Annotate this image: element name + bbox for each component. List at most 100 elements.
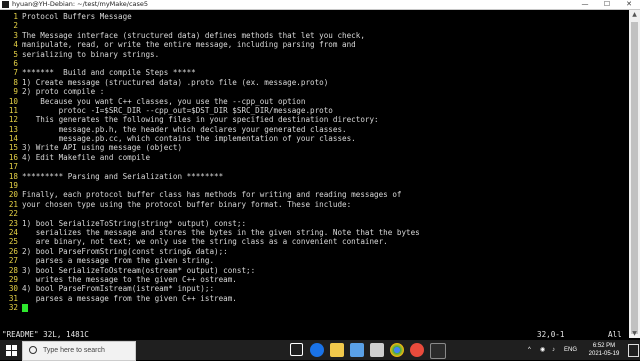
windows-start-icon[interactable] (0, 340, 22, 360)
scrollbar-thumb[interactable] (631, 22, 638, 334)
line-number: 3 (13, 30, 18, 40)
editor-line[interactable]: 32 (0, 303, 628, 313)
terminal-area[interactable]: 1 Protocol Buffers Message 2 3 The Message i… (0, 10, 640, 339)
editor-line[interactable]: 18 ********* Parsing and Serialization **… (0, 172, 628, 181)
line-text: are binary, not text; we only use the st… (22, 237, 388, 247)
network-icon[interactable]: ◉ (540, 340, 545, 360)
line-text: 4) bool ParseFromIstream(istream* input)… (22, 284, 215, 294)
editor-line[interactable]: 27 parses a message from the given strin… (0, 256, 628, 265)
line-text: 3) Write API using message (object) (22, 143, 183, 153)
line-text: parses a message from the given C++ istr… (22, 293, 237, 303)
taskbar: Type here to search ^ ◉ ♪ ENG 6:52 PM 20… (0, 340, 640, 361)
line-text: Finally, each protocol buffer class has … (22, 190, 402, 200)
editor-line[interactable]: 22 (0, 209, 628, 218)
editor-line[interactable]: 9 2) proto compile : (0, 87, 628, 96)
editor-line[interactable]: 19 (0, 181, 628, 190)
line-text: 2) proto compile : (22, 87, 105, 97)
line-number: 7 (13, 68, 18, 78)
task-view-icon[interactable] (290, 343, 303, 356)
line-text: protoc -I=$SRC_DIR --cpp_out=$DST_DIR $S… (22, 105, 333, 115)
line-text: 1) bool SerializeToString(string* output… (22, 218, 247, 228)
status-scroll-percent: All (608, 330, 622, 339)
editor-line[interactable]: 12 This generates the following files in… (0, 115, 628, 124)
line-number: 19 (8, 181, 18, 191)
line-number: 30 (8, 284, 18, 294)
editor-line[interactable]: 29 writes the message to the given C++ o… (0, 275, 628, 284)
line-number: 22 (8, 209, 18, 219)
editor-line[interactable]: 21 your chosen type using the protocol bu… (0, 200, 628, 209)
editor-line[interactable]: 31 parses a message from the given C++ i… (0, 294, 628, 303)
editor-line[interactable]: 5 serializing to binary strings. (0, 50, 628, 59)
line-number: 14 (8, 134, 18, 144)
editor-line[interactable]: 14 message.pb.cc, which contains the imp… (0, 134, 628, 143)
edge-icon[interactable] (310, 343, 324, 357)
notification-icon[interactable] (628, 344, 639, 357)
line-number: 28 (8, 265, 18, 275)
line-text: 1) Create message (structured data) .pro… (22, 77, 329, 87)
editor-line[interactable]: 20 Finally, each protocol buffer class ha… (0, 190, 628, 199)
search-placeholder: Type here to search (43, 347, 105, 354)
line-number: 12 (8, 115, 18, 125)
editor-line[interactable]: 8 1) Create message (structured data) .pr… (0, 78, 628, 87)
store-icon[interactable] (350, 343, 364, 357)
line-text: your chosen type using the protocol buff… (22, 199, 352, 209)
editor-line[interactable]: 7 ******* Build and compile Steps ***** (0, 68, 628, 77)
editor-line[interactable]: 10 Because you want C++ classes, you use… (0, 97, 628, 106)
editor-line[interactable]: 28 3) bool SerializeToOstream(ostream* ou… (0, 266, 628, 275)
scroll-down-icon[interactable]: ▼ (629, 329, 640, 338)
line-number: 26 (8, 246, 18, 256)
line-number: 8 (13, 77, 18, 87)
editor-line[interactable]: 15 3) Write API using message (object) (0, 143, 628, 152)
clock-date: 2021-05-19 (588, 351, 620, 357)
editor-line[interactable]: 25 are binary, not text; we only use the… (0, 237, 628, 246)
editor-line[interactable]: 6 (0, 59, 628, 68)
line-text: 4) Edit Makefile and compile (22, 152, 151, 162)
editor-line[interactable]: 3 The Message interface (structured data)… (0, 31, 628, 40)
line-text: 3) bool SerializeToOstream(ostream* outp… (22, 265, 256, 275)
editor-line[interactable]: 30 4) bool ParseFromIstream(istream* inpu… (0, 284, 628, 293)
line-number: 17 (8, 162, 18, 172)
window-titlebar: hyuan@YH-Debian: ~/test/myMake/case5 — ☐… (0, 0, 640, 10)
editor-line[interactable]: 13 message.pb.h, the header which declar… (0, 125, 628, 134)
line-text: This generates the following files in yo… (22, 115, 379, 125)
status-file-info: "README" 32L, 1481C (2, 330, 89, 339)
taskbar-clock[interactable]: 6:52 PM 2021-05-19 (584, 342, 624, 358)
line-text: ********* Parsing and Serialization ****… (22, 171, 224, 181)
line-number: 11 (8, 105, 18, 115)
editor-buffer[interactable]: 1 Protocol Buffers Message 2 3 The Message i… (0, 12, 628, 313)
scroll-up-icon[interactable]: ▲ (629, 10, 640, 19)
close-button[interactable]: ✕ (618, 0, 640, 9)
line-number: 20 (8, 190, 18, 200)
scrollbar[interactable]: ▲ ▼ (629, 10, 640, 338)
editor-line[interactable]: 2 (0, 21, 628, 30)
mail-icon[interactable] (370, 343, 384, 357)
editor-line[interactable]: 11 protoc -I=$SRC_DIR --cpp_out=$DST_DIR… (0, 106, 628, 115)
taskbar-search-box[interactable]: Type here to search (22, 341, 136, 361)
editor-line[interactable]: 1 Protocol Buffers Message (0, 12, 628, 21)
editor-line[interactable]: 16 4) Edit Makefile and compile (0, 153, 628, 162)
line-number: 1 (13, 12, 18, 21)
editor-line[interactable]: 23 1) bool SerializeToString(string* outp… (0, 219, 628, 228)
ime-language[interactable]: ENG (564, 340, 577, 360)
line-number: 13 (8, 124, 18, 134)
line-text: serializes the message and stores the by… (22, 227, 420, 237)
minimize-button[interactable]: — (574, 0, 596, 9)
editor-line[interactable]: 26 2) bool ParseFromString(const string& … (0, 247, 628, 256)
line-text: parses a message from the given string. (22, 256, 215, 266)
app-icon[interactable] (410, 343, 424, 357)
line-number: 10 (8, 96, 18, 106)
terminal-app-icon (2, 1, 9, 8)
line-text: writes the message to the given C++ ostr… (22, 274, 237, 284)
search-icon (29, 346, 37, 354)
editor-line[interactable]: 17 (0, 162, 628, 171)
editor-line[interactable]: 24 serializes the message and stores the… (0, 228, 628, 237)
line-text: Protocol Buffers Message (22, 12, 132, 21)
maximize-button[interactable]: ☐ (596, 0, 618, 9)
editor-line[interactable]: 4 manipulate, read, or write the entire m… (0, 40, 628, 49)
tray-chevron-icon[interactable]: ^ (528, 340, 531, 360)
volume-icon[interactable]: ♪ (552, 340, 555, 360)
line-text: 2) bool ParseFromString(const string& da… (22, 246, 228, 256)
chrome-icon[interactable] (390, 343, 404, 357)
file-explorer-icon[interactable] (330, 343, 344, 357)
line-number: 23 (8, 218, 18, 228)
